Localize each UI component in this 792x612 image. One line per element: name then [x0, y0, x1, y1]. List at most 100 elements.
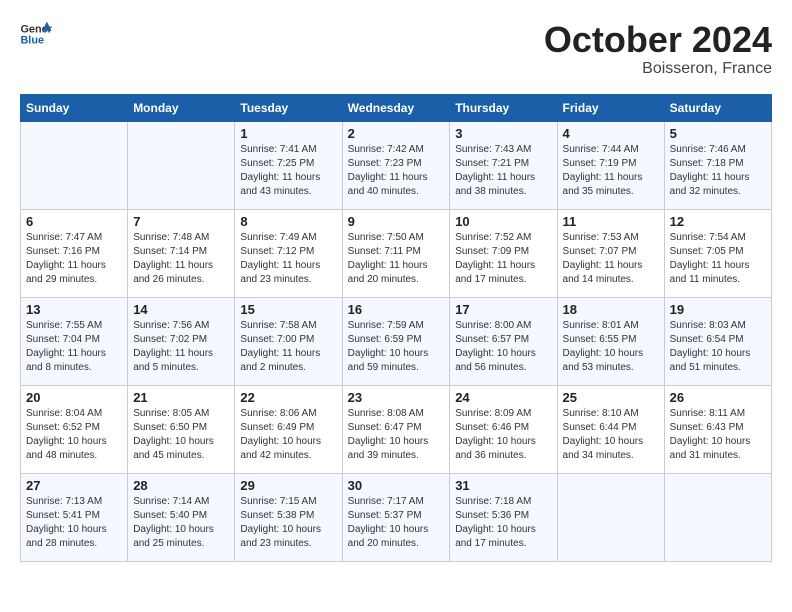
day-number: 13 [26, 302, 122, 317]
day-info: Sunrise: 7:14 AM Sunset: 5:40 PM Dayligh… [133, 495, 229, 551]
day-info: Sunrise: 7:18 AM Sunset: 5:36 PM Dayligh… [455, 495, 551, 551]
page-header: General Blue October 2024 Boisseron, Fra… [20, 20, 772, 78]
day-info: Sunrise: 7:56 AM Sunset: 7:02 PM Dayligh… [133, 319, 229, 375]
day-number: 30 [348, 478, 445, 493]
calendar-day-cell: 28 Sunrise: 7:14 AM Sunset: 5:40 PM Dayli… [128, 473, 235, 561]
calendar-day-cell: 14 Sunrise: 7:56 AM Sunset: 7:02 PM Dayli… [128, 297, 235, 385]
day-info: Sunrise: 7:55 AM Sunset: 7:04 PM Dayligh… [26, 319, 122, 375]
weekday-header-cell: Monday [128, 94, 235, 121]
day-number: 27 [26, 478, 122, 493]
calendar-day-cell: 19Sunrise: 8:03 AM Sunset: 6:54 PM Dayli… [664, 297, 771, 385]
day-number: 14 [133, 302, 229, 317]
day-info: Sunrise: 7:49 AM Sunset: 7:12 PM Dayligh… [240, 231, 336, 287]
calendar-week-row: 1Sunrise: 7:41 AM Sunset: 7:25 PM Daylig… [21, 121, 772, 209]
calendar-day-cell: 16Sunrise: 7:59 AM Sunset: 6:59 PM Dayli… [342, 297, 450, 385]
day-number: 31 [455, 478, 551, 493]
calendar-day-cell: 11 Sunrise: 7:53 AM Sunset: 7:07 PM Dayli… [557, 209, 664, 297]
calendar-week-row: 6Sunrise: 7:47 AM Sunset: 7:16 PM Daylig… [21, 209, 772, 297]
day-info: Sunrise: 7:47 AM Sunset: 7:16 PM Dayligh… [26, 231, 122, 287]
day-number: 12 [670, 214, 766, 229]
calendar-day-cell: 26Sunrise: 8:11 AM Sunset: 6:43 PM Dayli… [664, 385, 771, 473]
calendar-day-cell: 24Sunrise: 8:09 AM Sunset: 6:46 PM Dayli… [450, 385, 557, 473]
day-number: 15 [240, 302, 336, 317]
calendar-day-cell: 25Sunrise: 8:10 AM Sunset: 6:44 PM Dayli… [557, 385, 664, 473]
day-info: Sunrise: 8:08 AM Sunset: 6:47 PM Dayligh… [348, 407, 445, 463]
calendar-day-cell: 21 Sunrise: 8:05 AM Sunset: 6:50 PM Dayli… [128, 385, 235, 473]
weekday-header-cell: Sunday [21, 94, 128, 121]
day-info: Sunrise: 8:06 AM Sunset: 6:49 PM Dayligh… [240, 407, 336, 463]
calendar-day-cell: 12Sunrise: 7:54 AM Sunset: 7:05 PM Dayli… [664, 209, 771, 297]
day-info: Sunrise: 8:00 AM Sunset: 6:57 PM Dayligh… [455, 319, 551, 375]
calendar-day-cell: 5 Sunrise: 7:46 AM Sunset: 7:18 PM Daylig… [664, 121, 771, 209]
calendar-day-cell: 13 Sunrise: 7:55 AM Sunset: 7:04 PM Dayli… [21, 297, 128, 385]
day-info: Sunrise: 7:43 AM Sunset: 7:21 PM Dayligh… [455, 143, 551, 199]
calendar-day-cell: 17 Sunrise: 8:00 AM Sunset: 6:57 PM Dayli… [450, 297, 557, 385]
day-number: 17 [455, 302, 551, 317]
day-info: Sunrise: 7:46 AM Sunset: 7:18 PM Dayligh… [670, 143, 766, 199]
calendar-day-cell: 3 Sunrise: 7:43 AM Sunset: 7:21 PM Daylig… [450, 121, 557, 209]
day-info: Sunrise: 7:15 AM Sunset: 5:38 PM Dayligh… [240, 495, 336, 551]
day-info: Sunrise: 7:17 AM Sunset: 5:37 PM Dayligh… [348, 495, 445, 551]
day-info: Sunrise: 7:48 AM Sunset: 7:14 PM Dayligh… [133, 231, 229, 287]
title-block: October 2024 Boisseron, France [544, 20, 772, 78]
day-number: 20 [26, 390, 122, 405]
calendar-day-cell [21, 121, 128, 209]
day-number: 25 [563, 390, 659, 405]
calendar-day-cell: 7Sunrise: 7:48 AM Sunset: 7:14 PM Daylig… [128, 209, 235, 297]
day-info: Sunrise: 8:01 AM Sunset: 6:55 PM Dayligh… [563, 319, 659, 375]
day-info: Sunrise: 7:58 AM Sunset: 7:00 PM Dayligh… [240, 319, 336, 375]
calendar-day-cell [128, 121, 235, 209]
day-number: 5 [670, 126, 766, 141]
location-subtitle: Boisseron, France [544, 60, 772, 78]
calendar-day-cell: 9 Sunrise: 7:50 AM Sunset: 7:11 PM Daylig… [342, 209, 450, 297]
weekday-header-cell: Friday [557, 94, 664, 121]
day-number: 2 [348, 126, 445, 141]
day-number: 9 [348, 214, 445, 229]
day-number: 11 [563, 214, 659, 229]
calendar-week-row: 20Sunrise: 8:04 AM Sunset: 6:52 PM Dayli… [21, 385, 772, 473]
calendar-day-cell: 8Sunrise: 7:49 AM Sunset: 7:12 PM Daylig… [235, 209, 342, 297]
weekday-header-cell: Tuesday [235, 94, 342, 121]
day-info: Sunrise: 7:52 AM Sunset: 7:09 PM Dayligh… [455, 231, 551, 287]
day-info: Sunrise: 7:44 AM Sunset: 7:19 PM Dayligh… [563, 143, 659, 199]
month-title: October 2024 [544, 20, 772, 60]
day-number: 23 [348, 390, 445, 405]
day-number: 4 [563, 126, 659, 141]
calendar-day-cell: 4 Sunrise: 7:44 AM Sunset: 7:19 PM Daylig… [557, 121, 664, 209]
calendar-day-cell: 22 Sunrise: 8:06 AM Sunset: 6:49 PM Dayli… [235, 385, 342, 473]
calendar-day-cell [557, 473, 664, 561]
day-info: Sunrise: 7:50 AM Sunset: 7:11 PM Dayligh… [348, 231, 445, 287]
calendar-table: SundayMondayTuesdayWednesdayThursdayFrid… [20, 94, 772, 562]
day-info: Sunrise: 7:53 AM Sunset: 7:07 PM Dayligh… [563, 231, 659, 287]
day-number: 3 [455, 126, 551, 141]
day-number: 22 [240, 390, 336, 405]
logo: General Blue [20, 20, 52, 48]
svg-text:Blue: Blue [20, 34, 44, 46]
calendar-day-cell: 30 Sunrise: 7:17 AM Sunset: 5:37 PM Dayli… [342, 473, 450, 561]
calendar-body: 1Sunrise: 7:41 AM Sunset: 7:25 PM Daylig… [21, 121, 772, 561]
day-info: Sunrise: 7:41 AM Sunset: 7:25 PM Dayligh… [240, 143, 336, 199]
calendar-day-cell: 29Sunrise: 7:15 AM Sunset: 5:38 PM Dayli… [235, 473, 342, 561]
calendar-week-row: 13 Sunrise: 7:55 AM Sunset: 7:04 PM Dayli… [21, 297, 772, 385]
day-number: 28 [133, 478, 229, 493]
day-number: 26 [670, 390, 766, 405]
weekday-header-cell: Thursday [450, 94, 557, 121]
weekday-header-cell: Saturday [664, 94, 771, 121]
calendar-day-cell: 18 Sunrise: 8:01 AM Sunset: 6:55 PM Dayli… [557, 297, 664, 385]
day-number: 21 [133, 390, 229, 405]
calendar-day-cell: 1Sunrise: 7:41 AM Sunset: 7:25 PM Daylig… [235, 121, 342, 209]
calendar-day-cell: 15 Sunrise: 7:58 AM Sunset: 7:00 PM Dayli… [235, 297, 342, 385]
day-info: Sunrise: 8:09 AM Sunset: 6:46 PM Dayligh… [455, 407, 551, 463]
day-number: 19 [670, 302, 766, 317]
calendar-day-cell: 2 Sunrise: 7:42 AM Sunset: 7:23 PM Daylig… [342, 121, 450, 209]
calendar-day-cell: 31 Sunrise: 7:18 AM Sunset: 5:36 PM Dayli… [450, 473, 557, 561]
calendar-day-cell: 10 Sunrise: 7:52 AM Sunset: 7:09 PM Dayli… [450, 209, 557, 297]
day-info: Sunrise: 7:42 AM Sunset: 7:23 PM Dayligh… [348, 143, 445, 199]
calendar-day-cell: 23 Sunrise: 8:08 AM Sunset: 6:47 PM Dayli… [342, 385, 450, 473]
weekday-header-cell: Wednesday [342, 94, 450, 121]
day-number: 10 [455, 214, 551, 229]
logo-icon: General Blue [20, 20, 52, 48]
calendar-day-cell [664, 473, 771, 561]
day-number: 18 [563, 302, 659, 317]
day-info: Sunrise: 8:05 AM Sunset: 6:50 PM Dayligh… [133, 407, 229, 463]
